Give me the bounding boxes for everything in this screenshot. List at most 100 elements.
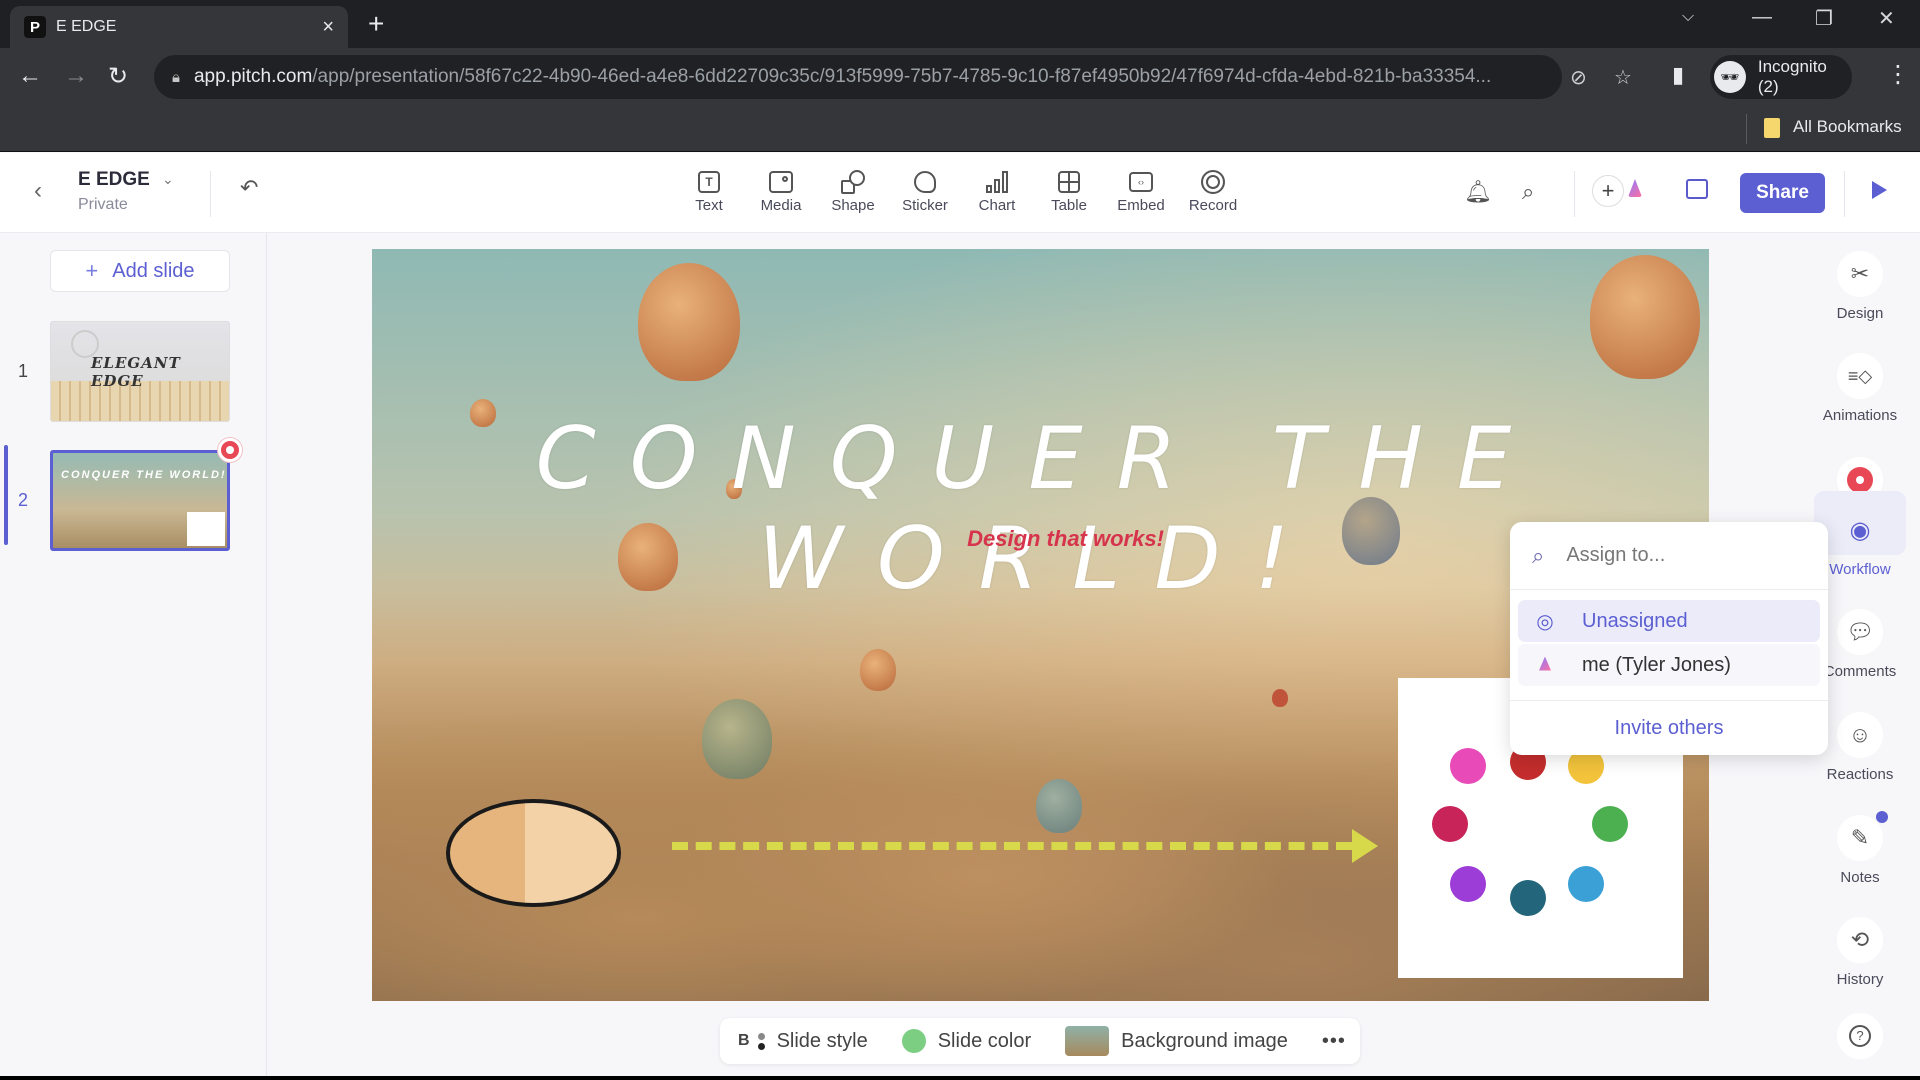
browser-tab[interactable]: P E EDGE × [10,6,348,48]
slide-subtitle[interactable]: Design that works! [372,526,1709,552]
tab-search-chevron-icon[interactable]: ⌵ [1682,8,1694,26]
thumbnail-logo [71,330,99,358]
comments-icon: 💬︎ [1837,609,1883,655]
undo-icon[interactable]: ↶ [240,175,258,201]
option-me[interactable]: me (Tyler Jones) [1518,644,1820,686]
browser-menu-icon[interactable]: ⋮ [1886,60,1910,89]
pitch-favicon-icon: P [24,16,46,38]
balloon-image [860,649,896,691]
balloon-image [638,263,740,381]
animations-icon: ≡◇ [1837,353,1883,399]
chevron-down-icon[interactable]: ⌄ [162,171,174,188]
thumbnail-title: ELEGANT EDGE [91,354,181,390]
eye-off-icon[interactable]: ⊘ [1570,65,1587,90]
history-icon: ⟲ [1837,917,1883,963]
app-toolbar: ‹ E EDGE ⌄ Private ↶ T Text Media Shape … [0,153,1920,233]
tool-label: Record [1188,197,1238,214]
recording-badge-icon [218,438,242,462]
invite-others-link[interactable]: Invite others [1510,717,1828,740]
tool-embed[interactable]: ‹› Embed [1110,169,1172,214]
workflow-user-icon: ◉ [1849,516,1871,544]
search-icon: ⌕ [1532,542,1545,568]
background-thumbnail [1065,1026,1110,1056]
tool-sticker[interactable]: Sticker [894,169,956,214]
rail-label: Animations [1822,407,1898,424]
side-panel-icon[interactable]: ▮ [1672,62,1684,88]
folder-icon [1764,118,1780,138]
share-button[interactable]: Share [1740,173,1825,213]
tool-record[interactable]: Record [1182,169,1244,214]
rail-history[interactable]: ⟲ History [1800,917,1920,988]
rail-help[interactable]: ? [1800,1013,1920,1059]
balloon-image [1272,689,1288,707]
add-collaborator-icon[interactable]: + [1592,175,1624,207]
browser-address-bar: ← → ↻ 🔒︎ app.pitch.com/app/presentation/… [0,48,1920,106]
more-options-icon[interactable]: ••• [1322,1030,1346,1053]
search-icon[interactable]: ⌕ [1522,179,1534,205]
assign-search: ⌕ [1510,522,1828,590]
url-text: app.pitch.com/app/presentation/58f67c22-… [193,66,1492,87]
rail-notes[interactable]: ✎ Notes [1800,815,1920,886]
slide-title[interactable]: CONQUER THE WORLD! [372,409,1709,609]
assign-search-input[interactable] [1566,544,1787,567]
embed-icon: ‹› [1129,172,1153,192]
present-play-icon[interactable] [1872,181,1887,199]
forward-icon[interactable]: → [64,62,88,90]
background-image-button[interactable]: Background image [1065,1026,1288,1056]
close-window-icon[interactable]: ✕ [1878,6,1895,31]
team-ring-image [1432,744,1642,918]
assign-dropdown: ⌕ ◎ Unassigned me (Tyler Jones) Invite o… [1510,522,1828,755]
back-chevron-icon[interactable]: ‹ [34,177,42,205]
reload-icon[interactable]: ↻ [108,62,128,91]
tool-text[interactable]: T Text [678,169,740,214]
analytics-icon[interactable] [1686,179,1708,199]
minimize-icon[interactable]: — [1752,6,1772,29]
document-visibility: Private [78,196,128,213]
record-icon [1201,170,1225,194]
slide-color-button[interactable]: Slide color [901,1029,1031,1053]
divider [1844,171,1845,217]
arrowhead-icon [1352,829,1378,863]
tool-table[interactable]: Table [1038,169,1100,214]
notes-unread-dot [1876,811,1888,823]
tool-media[interactable]: Media [750,169,812,214]
shape-icon [841,170,865,194]
style-dots-icon [757,1032,765,1050]
new-tab-icon[interactable]: + [368,8,384,40]
add-slide-button[interactable]: + Add slide [50,250,230,292]
url-field[interactable]: 🔒︎ app.pitch.com/app/presentation/58f67c… [154,55,1632,99]
document-title[interactable]: E EDGE [78,169,150,191]
notifications-bell-icon[interactable]: 🔔︎ [1464,179,1492,205]
slide-settings-bar: B Slide style Slide color Background ima… [720,1018,1360,1064]
all-bookmarks-link[interactable]: All Bookmarks [1793,117,1902,137]
tool-chart[interactable]: Chart [966,169,1028,214]
style-letter: B [738,1032,750,1049]
rail-animations[interactable]: ≡◇ Animations [1800,353,1920,424]
browser-tab-bar: P E EDGE × + ⌵ — ❐ ✕ [0,0,1920,48]
slide-thumbnail-2[interactable]: CONQUER THE WORLD! [50,450,230,551]
slide-thumbnail-1[interactable]: ELEGANT EDGE [50,321,230,422]
user-avatar-icon[interactable] [1628,179,1642,197]
incognito-profile-button[interactable]: 🕶︎ Incognito (2) [1710,55,1852,99]
close-tab-icon[interactable]: × [322,16,334,39]
handshake-image[interactable] [446,799,621,907]
balloon-image [702,699,772,779]
slide-canvas[interactable]: CONQUER THE WORLD! Design that works! [372,249,1709,1001]
divider [1510,700,1828,701]
incognito-icon: 🕶︎ [1714,61,1746,93]
slide-style-button[interactable]: B Slide style [738,1030,868,1053]
divider [210,171,211,217]
rail-design[interactable]: ✂ Design [1800,251,1920,322]
tool-shape[interactable]: Shape [822,169,884,214]
option-unassigned[interactable]: ◎ Unassigned [1518,600,1820,642]
dashed-arrow-line[interactable] [672,842,1352,850]
rail-label: Reactions [1826,766,1894,783]
restore-icon[interactable]: ❐ [1815,6,1833,31]
text-icon: T [698,171,720,193]
back-icon[interactable]: ← [18,62,42,90]
bookmark-star-icon[interactable]: ☆ [1614,65,1632,90]
lock-icon: 🔒︎ [172,68,180,86]
thumbnail-ring-image [187,512,225,546]
tool-label: Table [1051,197,1087,214]
app-root: P E EDGE × + ⌵ — ❐ ✕ ← → ↻ 🔒︎ app.pitch.… [0,0,1920,1080]
